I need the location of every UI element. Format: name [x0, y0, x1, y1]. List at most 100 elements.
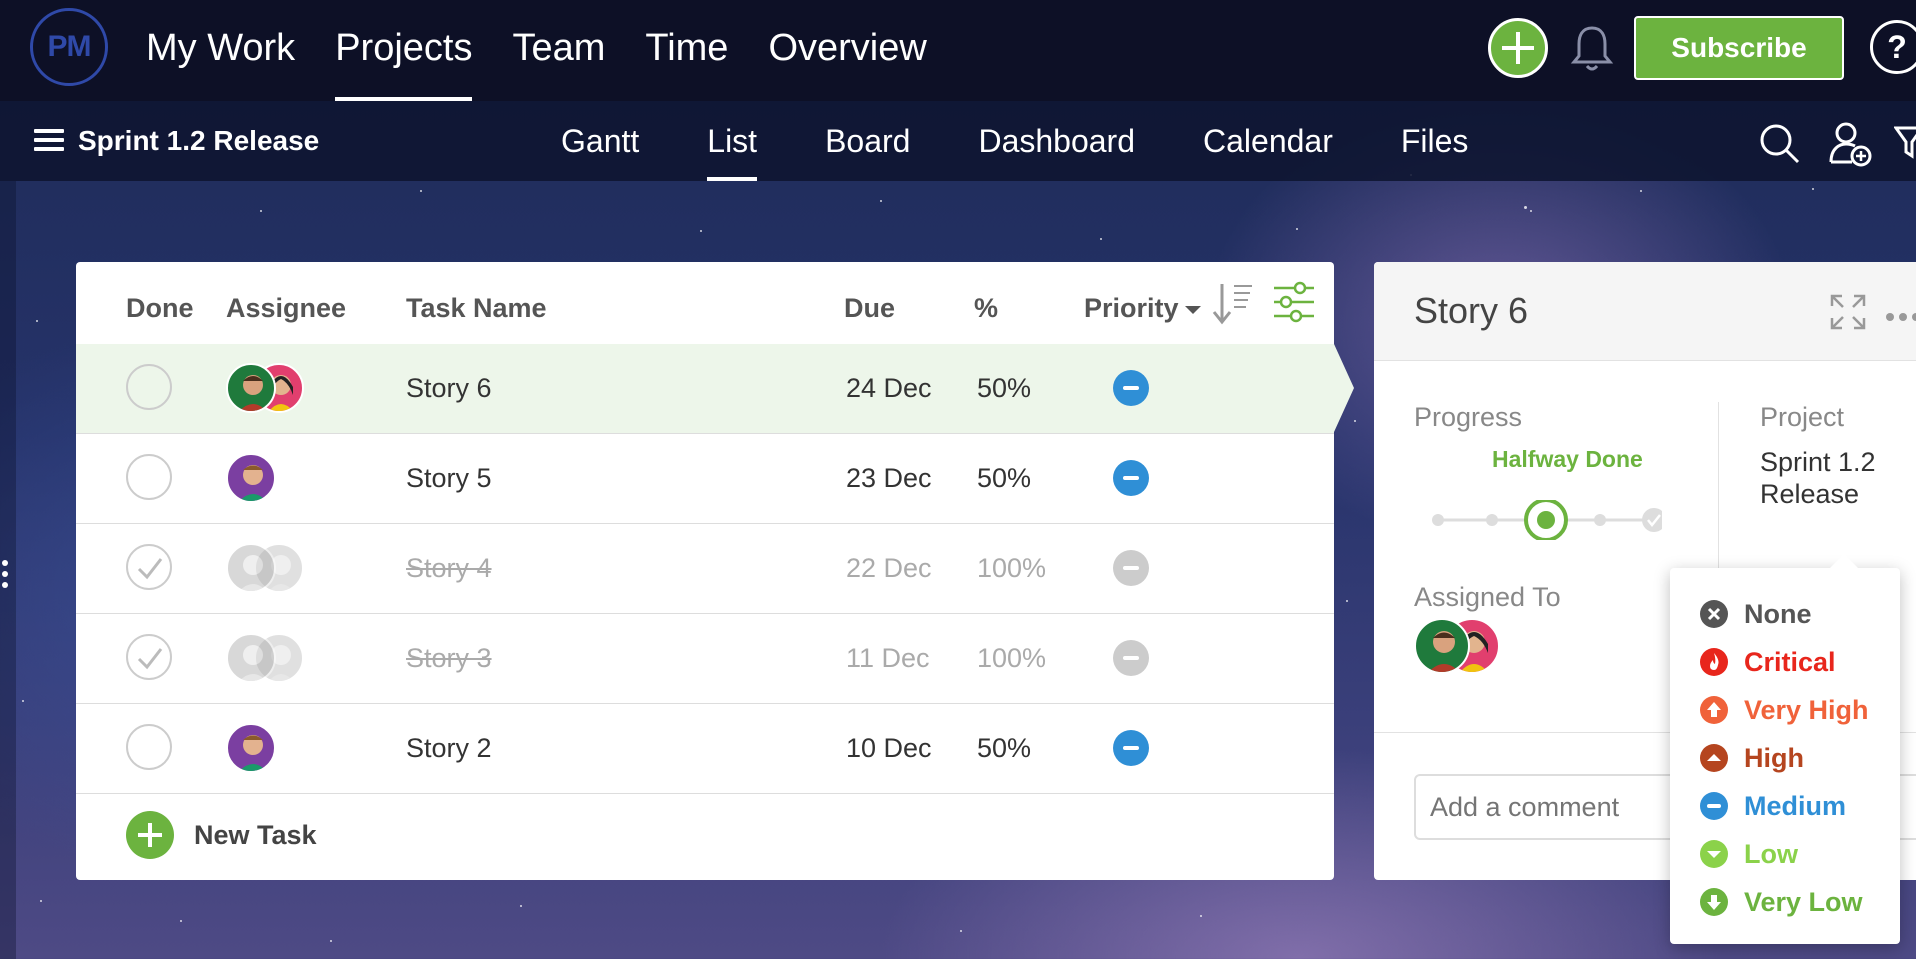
assignee-avatars[interactable] — [226, 723, 306, 773]
close-circle-icon — [1700, 600, 1728, 628]
drag-handle-icon[interactable] — [2, 560, 10, 593]
task-due[interactable]: 22 Dec — [846, 524, 932, 613]
col-priority[interactable]: Priority — [1084, 262, 1201, 354]
col-due[interactable]: Due — [844, 262, 895, 354]
new-task-button[interactable]: New Task — [126, 811, 317, 859]
progress-slider[interactable] — [1430, 498, 1666, 542]
task-name[interactable]: Story 3 — [406, 614, 492, 703]
priority-option-very-high[interactable]: Very High — [1700, 690, 1869, 730]
project-toolbar: Sprint 1.2 Release Gantt List Board Dash… — [0, 101, 1916, 181]
priority-medium-icon[interactable] — [1113, 550, 1149, 586]
top-navigation-bar: PM My Work Projects Team Time Overview S… — [0, 0, 1916, 101]
sort-icon[interactable] — [1212, 280, 1254, 331]
task-name[interactable]: Story 4 — [406, 524, 492, 613]
task-name[interactable]: Story 2 — [406, 704, 492, 793]
task-name[interactable]: Story 6 — [406, 344, 492, 433]
project-title[interactable]: Sprint 1.2 Release — [78, 101, 319, 181]
tab-files[interactable]: Files — [1401, 101, 1469, 181]
project-value[interactable]: Sprint 1.2 Release — [1760, 446, 1910, 510]
priority-option-medium[interactable]: Medium — [1700, 786, 1846, 826]
panel-header: Story 6 — [1374, 262, 1916, 361]
nav-projects[interactable]: Projects — [335, 0, 473, 101]
subscribe-button[interactable]: Subscribe — [1634, 16, 1844, 80]
assigned-avatars[interactable] — [1414, 618, 1504, 674]
search-icon[interactable] — [1758, 122, 1802, 166]
filter-icon[interactable] — [1893, 122, 1916, 162]
priority-medium-icon[interactable] — [1113, 370, 1149, 406]
checkmark-icon — [137, 558, 163, 580]
assignee-avatars[interactable] — [226, 633, 306, 683]
help-button[interactable]: ? — [1870, 20, 1916, 74]
priority-option-critical[interactable]: Critical — [1700, 642, 1836, 682]
arrow-up-icon — [1700, 696, 1728, 724]
option-label: Critical — [1744, 646, 1836, 677]
priority-option-very-low[interactable]: Very Low — [1700, 882, 1863, 922]
plus-icon — [126, 811, 174, 859]
task-percent[interactable]: 50% — [977, 344, 1031, 433]
table-row[interactable]: Story 3 11 Dec 100% — [76, 614, 1334, 704]
arrow-down-icon — [1700, 888, 1728, 916]
col-task-name[interactable]: Task Name — [406, 262, 547, 354]
minus-icon — [1700, 792, 1728, 820]
assignee-avatars[interactable] — [226, 453, 306, 503]
app-logo[interactable]: PM — [30, 8, 108, 86]
add-user-icon[interactable] — [1828, 120, 1872, 168]
priority-medium-icon[interactable] — [1113, 730, 1149, 766]
avatar — [226, 633, 276, 683]
done-checkbox[interactable] — [126, 454, 172, 500]
table-row[interactable]: Story 6 24 Dec 50% — [76, 344, 1334, 434]
task-name[interactable]: Story 5 — [406, 434, 492, 523]
global-add-button[interactable] — [1488, 18, 1548, 78]
task-percent[interactable]: 50% — [977, 704, 1031, 793]
col-assignee[interactable]: Assignee — [226, 262, 346, 354]
done-checkbox[interactable] — [126, 544, 172, 590]
task-percent[interactable]: 100% — [977, 524, 1046, 613]
task-percent[interactable]: 50% — [977, 434, 1031, 523]
nav-time[interactable]: Time — [645, 0, 728, 101]
priority-medium-icon[interactable] — [1113, 640, 1149, 676]
flame-icon — [1700, 648, 1728, 676]
table-row[interactable]: Story 5 23 Dec 50% — [76, 434, 1334, 524]
table-row[interactable]: Story 2 10 Dec 50% — [76, 704, 1334, 794]
priority-medium-icon[interactable] — [1113, 460, 1149, 496]
nav-my-work[interactable]: My Work — [146, 0, 295, 101]
more-options-icon[interactable] — [1886, 308, 1916, 326]
priority-option-high[interactable]: High — [1700, 738, 1804, 778]
menu-icon[interactable] — [34, 129, 64, 151]
avatar — [226, 723, 276, 773]
avatar — [226, 453, 276, 503]
expand-icon[interactable] — [1830, 294, 1866, 335]
assignee-avatars[interactable] — [226, 543, 306, 593]
nav-overview[interactable]: Overview — [768, 0, 926, 101]
task-due[interactable]: 10 Dec — [846, 704, 932, 793]
done-checkbox[interactable] — [126, 634, 172, 680]
bell-icon[interactable] — [1568, 24, 1616, 74]
nav-team[interactable]: Team — [512, 0, 605, 101]
option-label: High — [1744, 742, 1804, 773]
tab-list[interactable]: List — [707, 101, 757, 181]
option-label: Medium — [1744, 790, 1847, 821]
task-percent[interactable]: 100% — [977, 614, 1046, 703]
tab-calendar[interactable]: Calendar — [1203, 101, 1333, 181]
project-label: Project — [1760, 402, 1845, 432]
done-checkbox[interactable] — [126, 364, 172, 410]
avatar — [226, 543, 276, 593]
tab-dashboard[interactable]: Dashboard — [978, 101, 1135, 181]
assignee-avatars[interactable] — [226, 363, 306, 413]
priority-option-none[interactable]: None — [1700, 594, 1812, 634]
done-checkbox[interactable] — [126, 724, 172, 770]
settings-sliders-icon[interactable] — [1272, 280, 1316, 329]
tab-board[interactable]: Board — [825, 101, 910, 181]
task-due[interactable]: 24 Dec — [846, 344, 932, 433]
col-done[interactable]: Done — [126, 262, 194, 354]
task-due[interactable]: 23 Dec — [846, 434, 932, 523]
priority-option-low[interactable]: Low — [1700, 834, 1798, 874]
panel-title[interactable]: Story 6 — [1414, 262, 1528, 360]
task-due[interactable]: 11 Dec — [846, 614, 930, 703]
table-row[interactable]: Story 4 22 Dec 100% — [76, 524, 1334, 614]
tab-gantt[interactable]: Gantt — [561, 101, 639, 181]
option-label: Low — [1744, 838, 1798, 869]
option-label: None — [1744, 598, 1812, 629]
assigned-to-label: Assigned To — [1414, 582, 1561, 612]
col-percent[interactable]: % — [974, 262, 998, 354]
